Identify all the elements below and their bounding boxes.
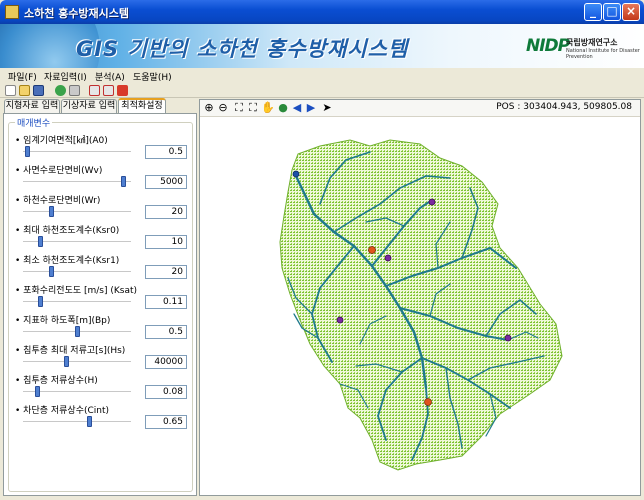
- watershed-map[interactable]: [200, 118, 640, 495]
- parameter-label: • 지표하 하도폭[m](Bp): [15, 316, 111, 326]
- parameter-value-field[interactable]: 20: [145, 265, 187, 279]
- parameter-label: • 포화수리전도도 [m/s] (Ksat): [15, 286, 138, 296]
- parameter-slider-thumb[interactable]: [25, 146, 31, 157]
- station-marker[interactable]: [292, 170, 300, 178]
- layers-icon[interactable]: [69, 85, 80, 96]
- map-toolbar: ⊕ ⊖ ⛶ ⛶ ✋ ● ◀ ▶ ➤ POS : 303404.943, 5098…: [200, 100, 640, 117]
- tab-terrain-input[interactable]: 지형자료 입력: [4, 99, 60, 113]
- parameter-label: • 최소 하천조도계수(Ksr1): [15, 256, 120, 266]
- logo-mark: NIDP: [526, 36, 570, 56]
- forward-icon[interactable]: ▶: [305, 102, 317, 114]
- logo-org-korean: 국립방재연구소: [566, 38, 618, 47]
- maximize-button[interactable]: □: [603, 3, 621, 21]
- parameter-value-field[interactable]: 0.11: [145, 295, 187, 309]
- gauge-marker[interactable]: [428, 198, 436, 206]
- parameter-row: • 최대 하천조도계수(Ksr0) 10: [9, 223, 194, 253]
- position-readout: POS : 303404.943, 509805.08: [496, 102, 632, 112]
- parameter-row: • 포화수리전도도 [m/s] (Ksat) 0.11: [9, 283, 194, 313]
- title-bar: 소하천 홍수방재시스템 _ □ ×: [0, 0, 644, 24]
- tab-content: 매개변수 • 임계기여면적[㎢](A0) 0.5 • 사면수로단면비(Wv) 5000…: [3, 113, 197, 496]
- parameter-slider-thumb[interactable]: [48, 206, 54, 217]
- parameter-value-field[interactable]: 40000: [145, 355, 187, 369]
- new-icon[interactable]: [5, 85, 16, 96]
- menu-analysis[interactable]: 분석(A): [95, 70, 125, 83]
- parameter-label: • 차단층 저류상수(Cint): [15, 406, 110, 416]
- header-banner: GIS 기반의 소하천 홍수방재시스템 NIDP 국립방재연구소 Nationa…: [0, 24, 644, 68]
- minimize-button[interactable]: _: [584, 3, 602, 21]
- gauge-marker[interactable]: [504, 334, 512, 342]
- parameter-slider-thumb[interactable]: [86, 416, 92, 427]
- gauge-marker[interactable]: [336, 316, 344, 324]
- map-panel: ⊕ ⊖ ⛶ ⛶ ✋ ● ◀ ▶ ➤ POS : 303404.943, 5098…: [199, 99, 641, 496]
- parameter-row: • 하천수로단면비(Wr) 20: [9, 193, 194, 223]
- settings-panel: 지형자료 입력 기상자료 입력 최적화설정 매개변수 • 임계기여면적[㎢](A…: [3, 98, 197, 496]
- globe-icon[interactable]: ●: [277, 102, 289, 114]
- parameter-value-field[interactable]: 0.5: [145, 145, 187, 159]
- parameter-slider-track[interactable]: [23, 151, 131, 153]
- parameter-slider-thumb[interactable]: [64, 356, 70, 367]
- parameter-group: 매개변수 • 임계기여면적[㎢](A0) 0.5 • 사면수로단면비(Wv) 5000…: [8, 116, 194, 492]
- close-button[interactable]: ×: [622, 3, 640, 21]
- parameter-slider-track[interactable]: [23, 211, 131, 213]
- parameter-label: • 하천수로단면비(Wr): [15, 196, 101, 206]
- gauge-marker[interactable]: [384, 254, 392, 262]
- tab-weather-input[interactable]: 기상자료 입력: [61, 99, 117, 113]
- parameter-row: • 최소 하천조도계수(Ksr1) 20: [9, 253, 194, 283]
- tab-optimization[interactable]: 최적화설정: [118, 98, 166, 114]
- parameter-slider-thumb[interactable]: [120, 176, 126, 187]
- select-icon[interactable]: ➤: [321, 102, 333, 114]
- delete-icon[interactable]: [117, 85, 128, 96]
- parameter-label: • 임계기여면적[㎢](A0): [15, 136, 108, 146]
- toolbar: [0, 84, 644, 98]
- menu-data-input[interactable]: 자료입력(I): [44, 70, 87, 83]
- parameter-group-legend: 매개변수: [15, 116, 53, 129]
- parameter-slider-track[interactable]: [23, 271, 131, 273]
- parameter-slider-track[interactable]: [23, 421, 131, 423]
- parameter-value-field[interactable]: 20: [145, 205, 187, 219]
- chart-icon[interactable]: [89, 85, 100, 96]
- parameter-slider-thumb[interactable]: [38, 236, 44, 247]
- parameter-row: • 임계기여면적[㎢](A0) 0.5: [9, 133, 194, 163]
- parameter-row: • 차단층 저류상수(Cint) 0.65: [9, 403, 194, 433]
- parameter-slider-thumb[interactable]: [48, 266, 54, 277]
- menu-bar: 파일(F) 자료입력(I) 분석(A) 도움말(H): [0, 68, 644, 84]
- parameter-row: • 사면수로단면비(Wv) 5000: [9, 163, 194, 193]
- back-icon[interactable]: ◀: [291, 102, 303, 114]
- menu-help[interactable]: 도움말(H): [133, 70, 172, 83]
- parameter-value-field[interactable]: 0.5: [145, 325, 187, 339]
- parameter-label: • 사면수로단면비(Wv): [15, 166, 103, 176]
- print-icon[interactable]: [103, 85, 114, 96]
- zoom-out-icon[interactable]: ⊖: [217, 102, 229, 114]
- parameter-row: • 지표하 하도폭[m](Bp) 0.5: [9, 313, 194, 343]
- outlet-marker[interactable]: [424, 398, 432, 406]
- banner-title: GIS 기반의 소하천 홍수방재시스템: [76, 37, 409, 61]
- zoom-in-icon[interactable]: ⊕: [203, 102, 215, 114]
- parameter-value-field[interactable]: 0.08: [145, 385, 187, 399]
- parameter-slider-track[interactable]: [23, 361, 131, 363]
- save-icon[interactable]: [33, 85, 44, 96]
- parameter-label: • 침투층 최대 저류고[s](Hs): [15, 346, 126, 356]
- parameter-slider-thumb[interactable]: [35, 386, 41, 397]
- window-title: 소하천 홍수방재시스템: [24, 7, 130, 20]
- fit-icon[interactable]: ⛶: [247, 102, 259, 114]
- logo-org-english: National Institute for Disaster Preventi…: [566, 48, 640, 60]
- parameter-value-field[interactable]: 0.65: [145, 415, 187, 429]
- parameter-slider-thumb[interactable]: [74, 326, 80, 337]
- parameter-value-field[interactable]: 5000: [145, 175, 187, 189]
- full-extent-icon[interactable]: ⛶: [233, 102, 245, 114]
- pan-icon[interactable]: ✋: [261, 102, 275, 114]
- outlet-marker[interactable]: [368, 246, 376, 254]
- parameter-row: • 침투층 최대 저류고[s](Hs) 40000: [9, 343, 194, 373]
- menu-file[interactable]: 파일(F): [8, 70, 37, 83]
- app-icon: [5, 5, 19, 19]
- parameter-label: • 최대 하천조도계수(Ksr0): [15, 226, 120, 236]
- open-icon[interactable]: [19, 85, 30, 96]
- parameter-slider-track[interactable]: [23, 181, 131, 183]
- parameter-slider-thumb[interactable]: [38, 296, 44, 307]
- globe-icon[interactable]: [55, 85, 66, 96]
- parameter-value-field[interactable]: 10: [145, 235, 187, 249]
- parameter-row: • 침투층 저류상수(H) 0.08: [9, 373, 194, 403]
- parameter-label: • 침투층 저류상수(H): [15, 376, 98, 386]
- watershed-area: [279, 139, 563, 471]
